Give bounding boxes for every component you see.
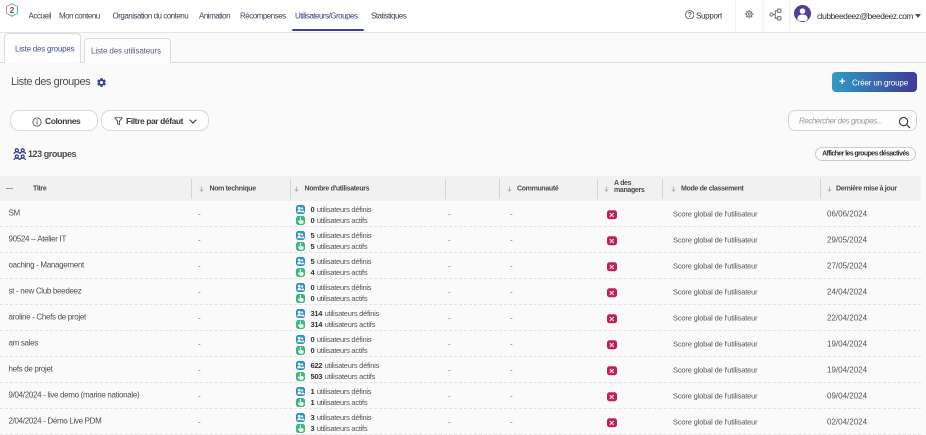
- svg-text:2: 2: [10, 6, 15, 15]
- svg-text:?: ?: [687, 11, 691, 19]
